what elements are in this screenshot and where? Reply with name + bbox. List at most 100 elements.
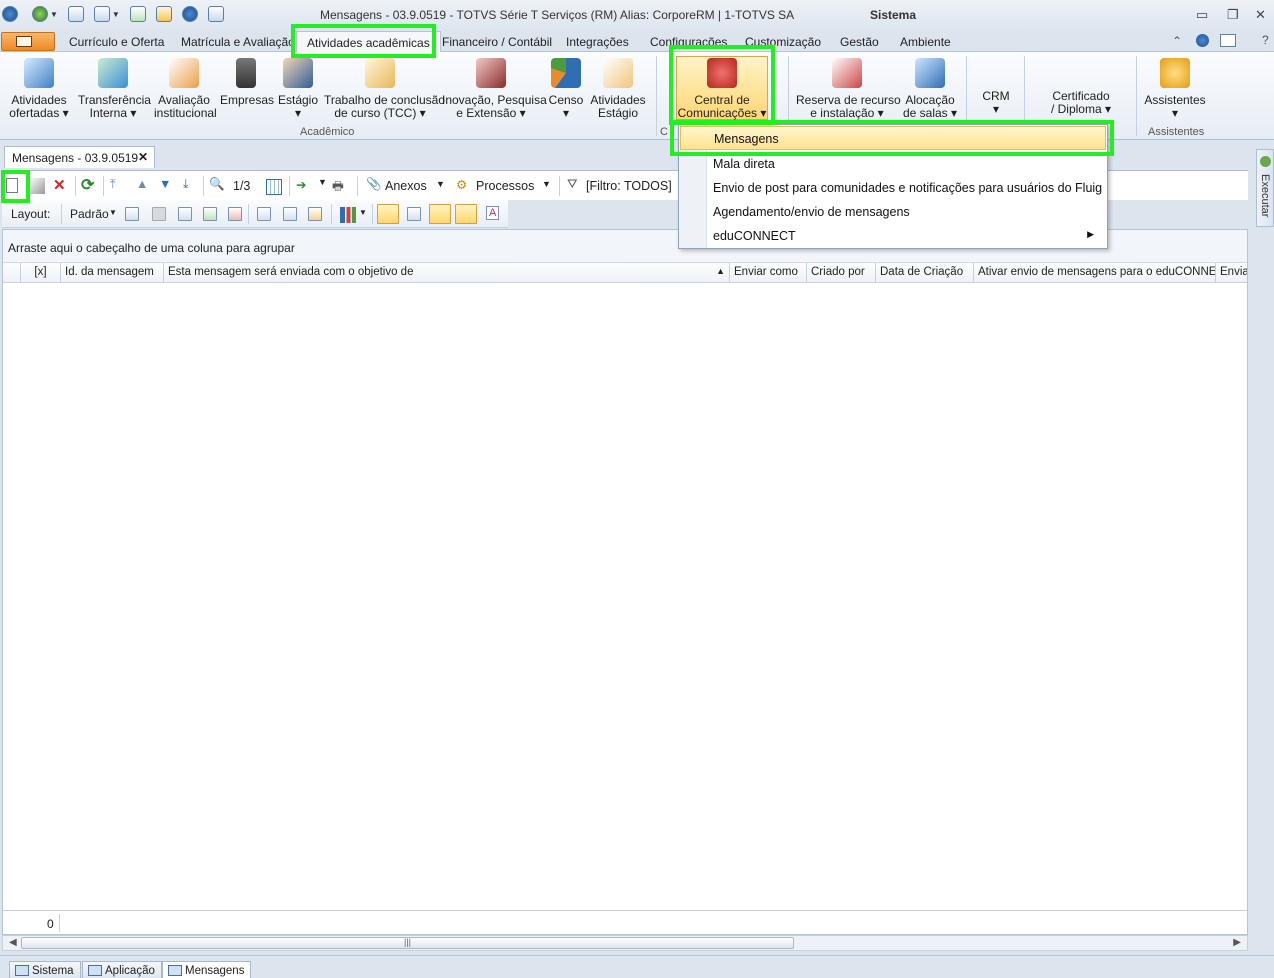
tab-integracoes[interactable]: Integrações	[566, 35, 629, 49]
layout-columns-icon[interactable]	[178, 207, 192, 221]
web-icon[interactable]	[181, 6, 198, 22]
view-mode-4-toggle[interactable]	[455, 204, 477, 224]
column-header-data-criacao[interactable]: Data de Criação	[876, 263, 974, 283]
horizontal-scrollbar[interactable]: ◀ ||| ▶	[2, 935, 1248, 951]
column-header-enviar-como[interactable]: Enviar como	[730, 263, 807, 283]
last-record-icon[interactable]: ⤓	[183, 177, 189, 192]
chevron-down-icon[interactable]: ▼	[109, 208, 117, 217]
layout-select[interactable]: Padrão	[70, 207, 109, 221]
new-record-icon[interactable]	[6, 178, 18, 193]
first-record-icon[interactable]: ⤒	[110, 177, 116, 192]
ribbon-alocacao-salas-button[interactable]: Alocação de salas ▾	[902, 56, 958, 120]
close-tab-icon[interactable]: ✕	[138, 150, 148, 164]
column-header-id[interactable]: Id. da mensagem	[61, 263, 164, 283]
tools-icon[interactable]	[155, 6, 172, 22]
layout-import-icon[interactable]	[203, 207, 217, 221]
ribbon-empresas-button[interactable]: Empresas	[220, 56, 274, 107]
scroll-right-icon[interactable]: ▶	[1233, 937, 1241, 948]
print-icon[interactable]: 🖶	[332, 177, 344, 198]
chevron-down-icon[interactable]: ▼	[359, 208, 367, 217]
refresh-icon[interactable]: ⟳	[81, 175, 94, 195]
scroll-left-icon[interactable]: ◀	[9, 937, 17, 948]
help-icon[interactable]: ?	[1262, 33, 1269, 47]
tab-matricula-e-avaliacao[interactable]: Matrícula e Avaliação	[181, 35, 295, 49]
app-logo-icon[interactable]	[2, 6, 18, 22]
tab-configuracoes[interactable]: Configurações	[650, 35, 727, 49]
column-header-educonnect[interactable]: Ativar envio de mensagens para o eduCONN…	[974, 263, 1216, 283]
restore-button[interactable]: ❐	[1227, 7, 1239, 23]
tab-ambiente[interactable]: Ambiente	[900, 35, 951, 49]
globe-icon[interactable]	[32, 6, 48, 22]
executar-side-panel[interactable]: Executar	[1256, 149, 1274, 227]
column-header-select[interactable]: [x]	[21, 263, 61, 283]
view-mode-3-toggle[interactable]	[429, 204, 451, 224]
taskbar-aplicacao[interactable]: Aplicação	[82, 961, 162, 978]
panel-layout-icon[interactable]	[1220, 34, 1236, 47]
ribbon-atividades-estagio-button[interactable]: Atividades Estágio	[590, 56, 646, 120]
app-menu-button[interactable]	[1, 32, 55, 51]
font-icon[interactable]: A	[486, 206, 500, 220]
chevron-down-icon[interactable]: ▼	[542, 179, 551, 189]
view-mode-2-toggle[interactable]	[407, 207, 421, 221]
layout-disabled-icon[interactable]	[152, 207, 166, 221]
export-arrow-icon[interactable]: ➔	[296, 177, 306, 192]
anexos-button[interactable]: Anexos	[385, 179, 427, 193]
binoculars-icon[interactable]: 🔍	[209, 177, 225, 192]
tab-curriculo-e-oferta[interactable]: Currículo e Oferta	[69, 35, 164, 49]
filter-icon[interactable]: ⛛	[567, 177, 578, 192]
document-tab-mensagens[interactable]: Mensagens - 03.9.0519 ✕	[4, 146, 155, 168]
tab-financeiro-contabil[interactable]: Financeiro / Contábil	[442, 35, 552, 49]
tab-gestao[interactable]: Gestão	[840, 35, 879, 49]
grid-view-icon[interactable]	[266, 179, 282, 195]
menu-item-educonnect[interactable]: eduCONNECT ▶	[680, 224, 1106, 248]
minimize-button[interactable]: ▭	[1196, 7, 1208, 23]
ribbon-certificado-diploma-button[interactable]: Certificado / Diploma ▾	[1046, 90, 1116, 116]
ribbon-reserva-recurso-button[interactable]: Reserva de recurso e instalação ▾	[796, 56, 901, 120]
ribbon-estagio-button[interactable]: Estágio ▾	[278, 56, 318, 120]
window-icon[interactable]	[67, 6, 84, 22]
column-header-envia[interactable]: Envia	[1216, 263, 1247, 283]
collapse-ribbon-icon[interactable]: ⌃	[1172, 34, 1182, 48]
layout-save-icon[interactable]	[125, 207, 139, 221]
menu-item-envio-post-fluig[interactable]: Envio de post para comunidades e notific…	[680, 176, 1106, 200]
chevron-down-icon[interactable]: ▼	[50, 10, 58, 19]
scrollbar-thumb[interactable]: |||	[21, 937, 794, 949]
menu-item-mensagens[interactable]: Mensagens	[680, 126, 1106, 150]
tab-atividades-academicas[interactable]: Atividades acadêmicas	[296, 31, 441, 53]
column-header-criado-por[interactable]: Criado por	[807, 263, 876, 283]
close-window-button[interactable]: ✕	[1255, 7, 1266, 23]
ribbon-tcc-button[interactable]: Trabalho de conclusão de curso (TCC) ▾	[324, 56, 445, 120]
ribbon-transferencia-interna-button[interactable]: Transferência Interna ▾	[78, 56, 151, 120]
processos-button[interactable]: Processos	[476, 179, 534, 193]
delete-record-icon[interactable]: ✕	[53, 176, 66, 194]
edit-record-icon[interactable]	[29, 178, 45, 194]
filter-label[interactable]: [Filtro: TODOS]	[586, 179, 672, 193]
ribbon-assistentes-button[interactable]: Assistentes ▾	[1144, 56, 1206, 120]
help-globe-icon[interactable]	[1196, 34, 1209, 47]
view-mode-1-toggle[interactable]	[377, 204, 399, 224]
export-icon[interactable]	[129, 6, 146, 22]
layout-icon[interactable]	[93, 6, 110, 22]
group-by-icon[interactable]	[257, 207, 271, 221]
ribbon-atividades-ofertadas-button[interactable]: Atividades ofertadas ▾	[8, 56, 70, 120]
taskbar-sistema[interactable]: Sistema	[9, 961, 81, 978]
next-record-icon[interactable]: ▼	[159, 177, 171, 191]
layout-export-icon[interactable]	[228, 207, 242, 221]
ribbon-inovacao-pesquisa-button[interactable]: Inovação, Pesquisa e Extensão ▾	[442, 56, 547, 120]
chevron-down-icon[interactable]: ▼	[436, 179, 445, 189]
chevron-down-icon[interactable]: ▼	[112, 10, 120, 19]
previous-record-icon[interactable]: ▲	[136, 177, 148, 191]
ribbon-crm-button[interactable]: CRM ▾	[976, 90, 1016, 116]
ribbon-avaliacao-institucional-button[interactable]: Avaliação institucional	[154, 56, 217, 120]
chart-icon[interactable]	[340, 207, 356, 223]
tab-customizacao[interactable]: Customização	[745, 35, 821, 49]
ribbon-central-comunicacoes-button[interactable]: Central de Comunicações ▾	[676, 56, 768, 120]
column-header-objetivo[interactable]: Esta mensagem será enviada com o objetiv…	[164, 263, 730, 283]
chevron-down-icon[interactable]: ▼	[318, 177, 327, 187]
ribbon-censo-button[interactable]: Censo ▾	[546, 56, 586, 120]
taskbar-mensagens[interactable]: Mensagens	[162, 961, 252, 978]
copy-icon[interactable]	[207, 6, 224, 22]
sum-icon[interactable]	[283, 207, 297, 221]
format-icon[interactable]	[308, 207, 322, 221]
menu-item-mala-direta[interactable]: Mala direta	[680, 152, 1106, 176]
